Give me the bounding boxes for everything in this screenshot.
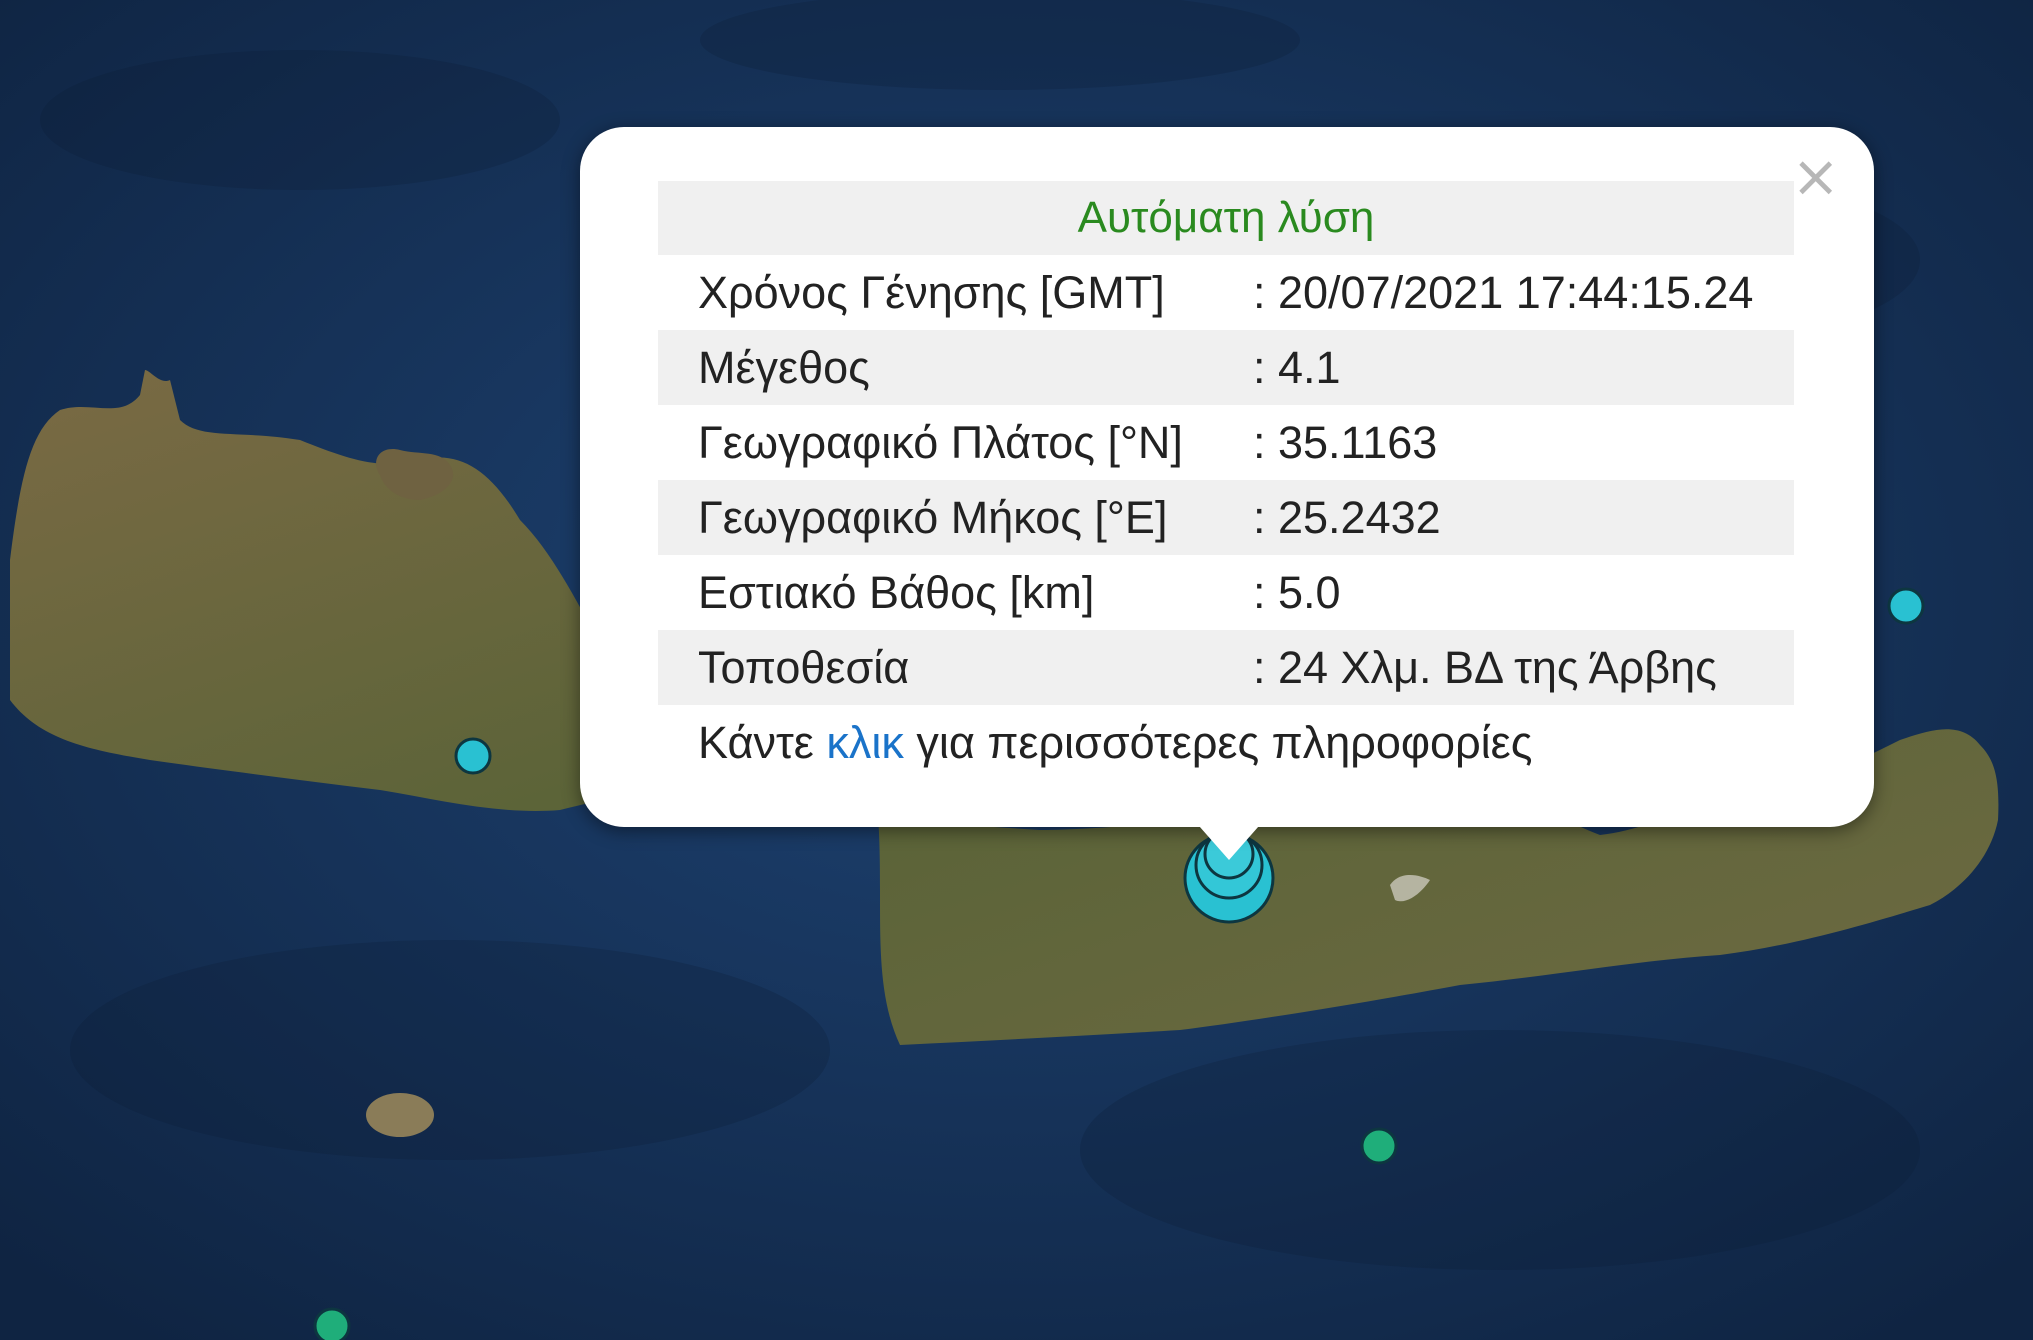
close-icon[interactable]: × [1791, 147, 1840, 205]
more-info-suffix: για περισσότερες πληροφορίες [903, 716, 1533, 768]
info-row-longitude: Γεωγραφικό Μήκος [°E] : 25.2432 [658, 480, 1794, 555]
popup-tip [1192, 818, 1266, 860]
row-label: Γεωγραφικό Πλάτος [°N] [698, 416, 1183, 468]
earthquake-popup: × Αυτόματη λύση Χρόνος Γένησης [GMT] : 2… [580, 127, 1874, 827]
earthquake-marker[interactable] [1360, 1127, 1398, 1165]
more-info-text: Κάντε κλικ για περισσότερες πληροφορίες [658, 705, 1794, 780]
small-island [366, 1093, 434, 1137]
info-row-latitude: Γεωγραφικό Πλάτος [°N] : 35.1163 [658, 405, 1794, 480]
row-value: : 5.0 [1253, 566, 1341, 618]
row-value: : 20/07/2021 17:44:15.24 [1253, 266, 1754, 318]
earthquake-marker[interactable] [1887, 587, 1925, 625]
earthquake-marker[interactable] [313, 1307, 351, 1340]
more-info-link[interactable]: κλικ [826, 717, 904, 769]
info-row-location: Τοποθεσία : 24 Χλμ. ΒΔ της Άρβης [658, 630, 1794, 705]
info-row-magnitude: Μέγεθος : 4.1 [658, 330, 1794, 405]
row-value: : 24 Χλμ. ΒΔ της Άρβης [1253, 641, 1717, 693]
row-label: Τοποθεσία [698, 641, 910, 693]
info-row-depth: Εστιακό Βάθος [km] : 5.0 [658, 555, 1794, 630]
info-row-origin-time: Χρόνος Γένησης [GMT] : 20/07/2021 17:44:… [658, 255, 1794, 330]
row-value: : 35.1163 [1253, 416, 1438, 468]
row-value: : 25.2432 [1253, 491, 1441, 543]
event-info-table: Αυτόματη λύση Χρόνος Γένησης [GMT] : 20/… [658, 181, 1794, 780]
popup-title: Αυτόματη λύση [658, 181, 1794, 255]
row-label: Εστιακό Βάθος [km] [698, 566, 1095, 618]
row-label: Γεωγραφικό Μήκος [°E] [698, 491, 1168, 543]
earthquake-marker[interactable] [454, 737, 492, 775]
row-value: : 4.1 [1253, 341, 1341, 393]
row-label: Χρόνος Γένησης [GMT] [698, 266, 1165, 318]
row-label: Μέγεθος [698, 341, 870, 393]
more-info-prefix: Κάντε [698, 716, 827, 768]
